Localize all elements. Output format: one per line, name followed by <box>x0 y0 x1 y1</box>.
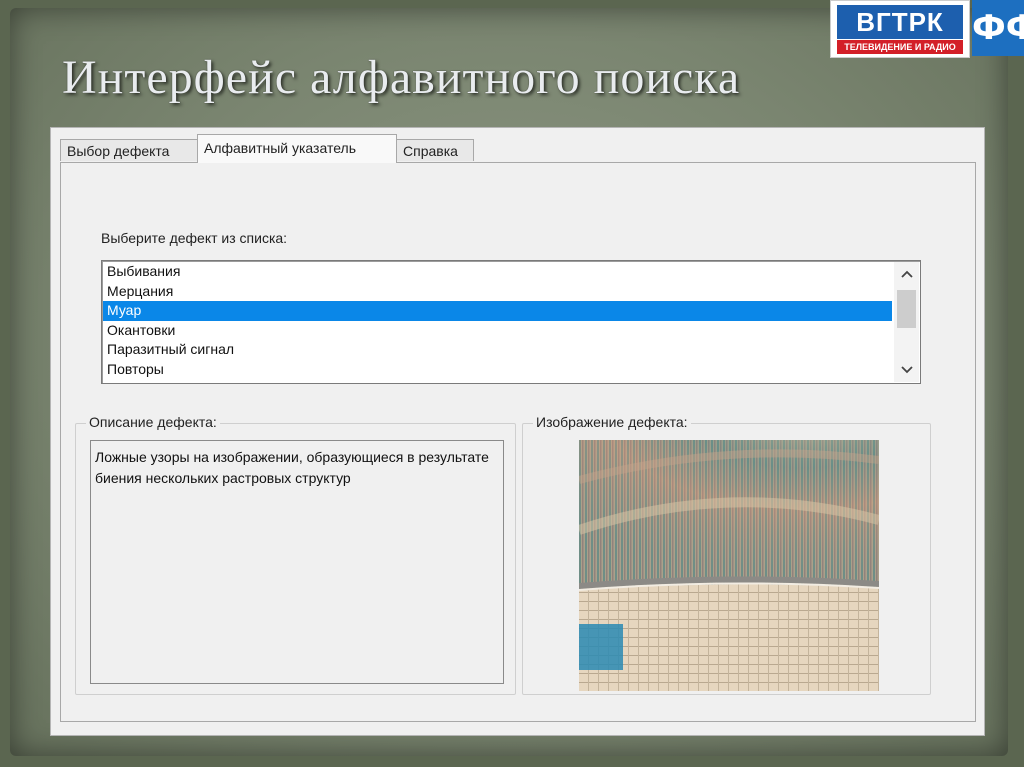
list-item-povtory[interactable]: Повторы <box>103 360 892 380</box>
defect-description-group: Описание дефекта: Ложные узоры на изобра… <box>75 414 516 695</box>
select-defect-label: Выберите дефект из списка: <box>101 230 288 246</box>
tab-help[interactable]: Справка <box>396 139 474 161</box>
defect-search-window: Выбор дефекта Алфавитный указатель Справ… <box>50 127 985 736</box>
defect-description-legend: Описание дефекта: <box>86 414 220 430</box>
defect-image-legend: Изображение дефекта: <box>533 414 691 430</box>
defect-listbox[interactable]: Выбивания Мерцания Муар Окантовки Парази… <box>101 260 921 384</box>
tab-defect-selection[interactable]: Выбор дефекта <box>60 139 198 161</box>
chevron-down-icon <box>900 366 913 374</box>
list-item-parazitnyy-signal[interactable]: Паразитный сигнал <box>103 340 892 360</box>
scroll-up-button[interactable] <box>894 262 919 286</box>
vgtrk-logo: ВГТРК ТЕЛЕВИДЕНИЕ И РАДИО <box>830 0 970 58</box>
slide-title: Интерфейс алфавитного поиска <box>62 51 741 104</box>
vgtrk-logo-name: ВГТРК <box>837 5 963 39</box>
defect-description-text[interactable]: Ложные узоры на изображении, образующиес… <box>90 440 504 684</box>
defect-image-group: Изображение дефекта: <box>522 414 931 695</box>
vgtrk-logo-tagline: ТЕЛЕВИДЕНИЕ И РАДИО <box>837 40 963 54</box>
list-item-vybivaniya[interactable]: Выбивания <box>103 262 892 282</box>
list-item-muar[interactable]: Муар <box>103 301 892 321</box>
tab-panel-alphabetical-index: Выберите дефект из списка: Выбивания Мер… <box>60 162 976 722</box>
tab-alphabetical-index[interactable]: Алфавитный указатель <box>197 134 397 163</box>
listbox-scrollbar[interactable] <box>894 262 919 382</box>
chevron-up-icon <box>900 270 913 278</box>
list-item-mertsaniya[interactable]: Мерцания <box>103 282 892 302</box>
defect-list: Выбивания Мерцания Муар Окантовки Парази… <box>103 262 892 380</box>
scrollbar-thumb[interactable] <box>897 290 916 328</box>
scroll-down-button[interactable] <box>894 358 919 382</box>
list-item-okantovki[interactable]: Окантовки <box>103 321 892 341</box>
moire-photo <box>579 440 879 691</box>
ff-logo: ФФ <box>972 0 1024 56</box>
moire-defect-image <box>579 440 879 691</box>
